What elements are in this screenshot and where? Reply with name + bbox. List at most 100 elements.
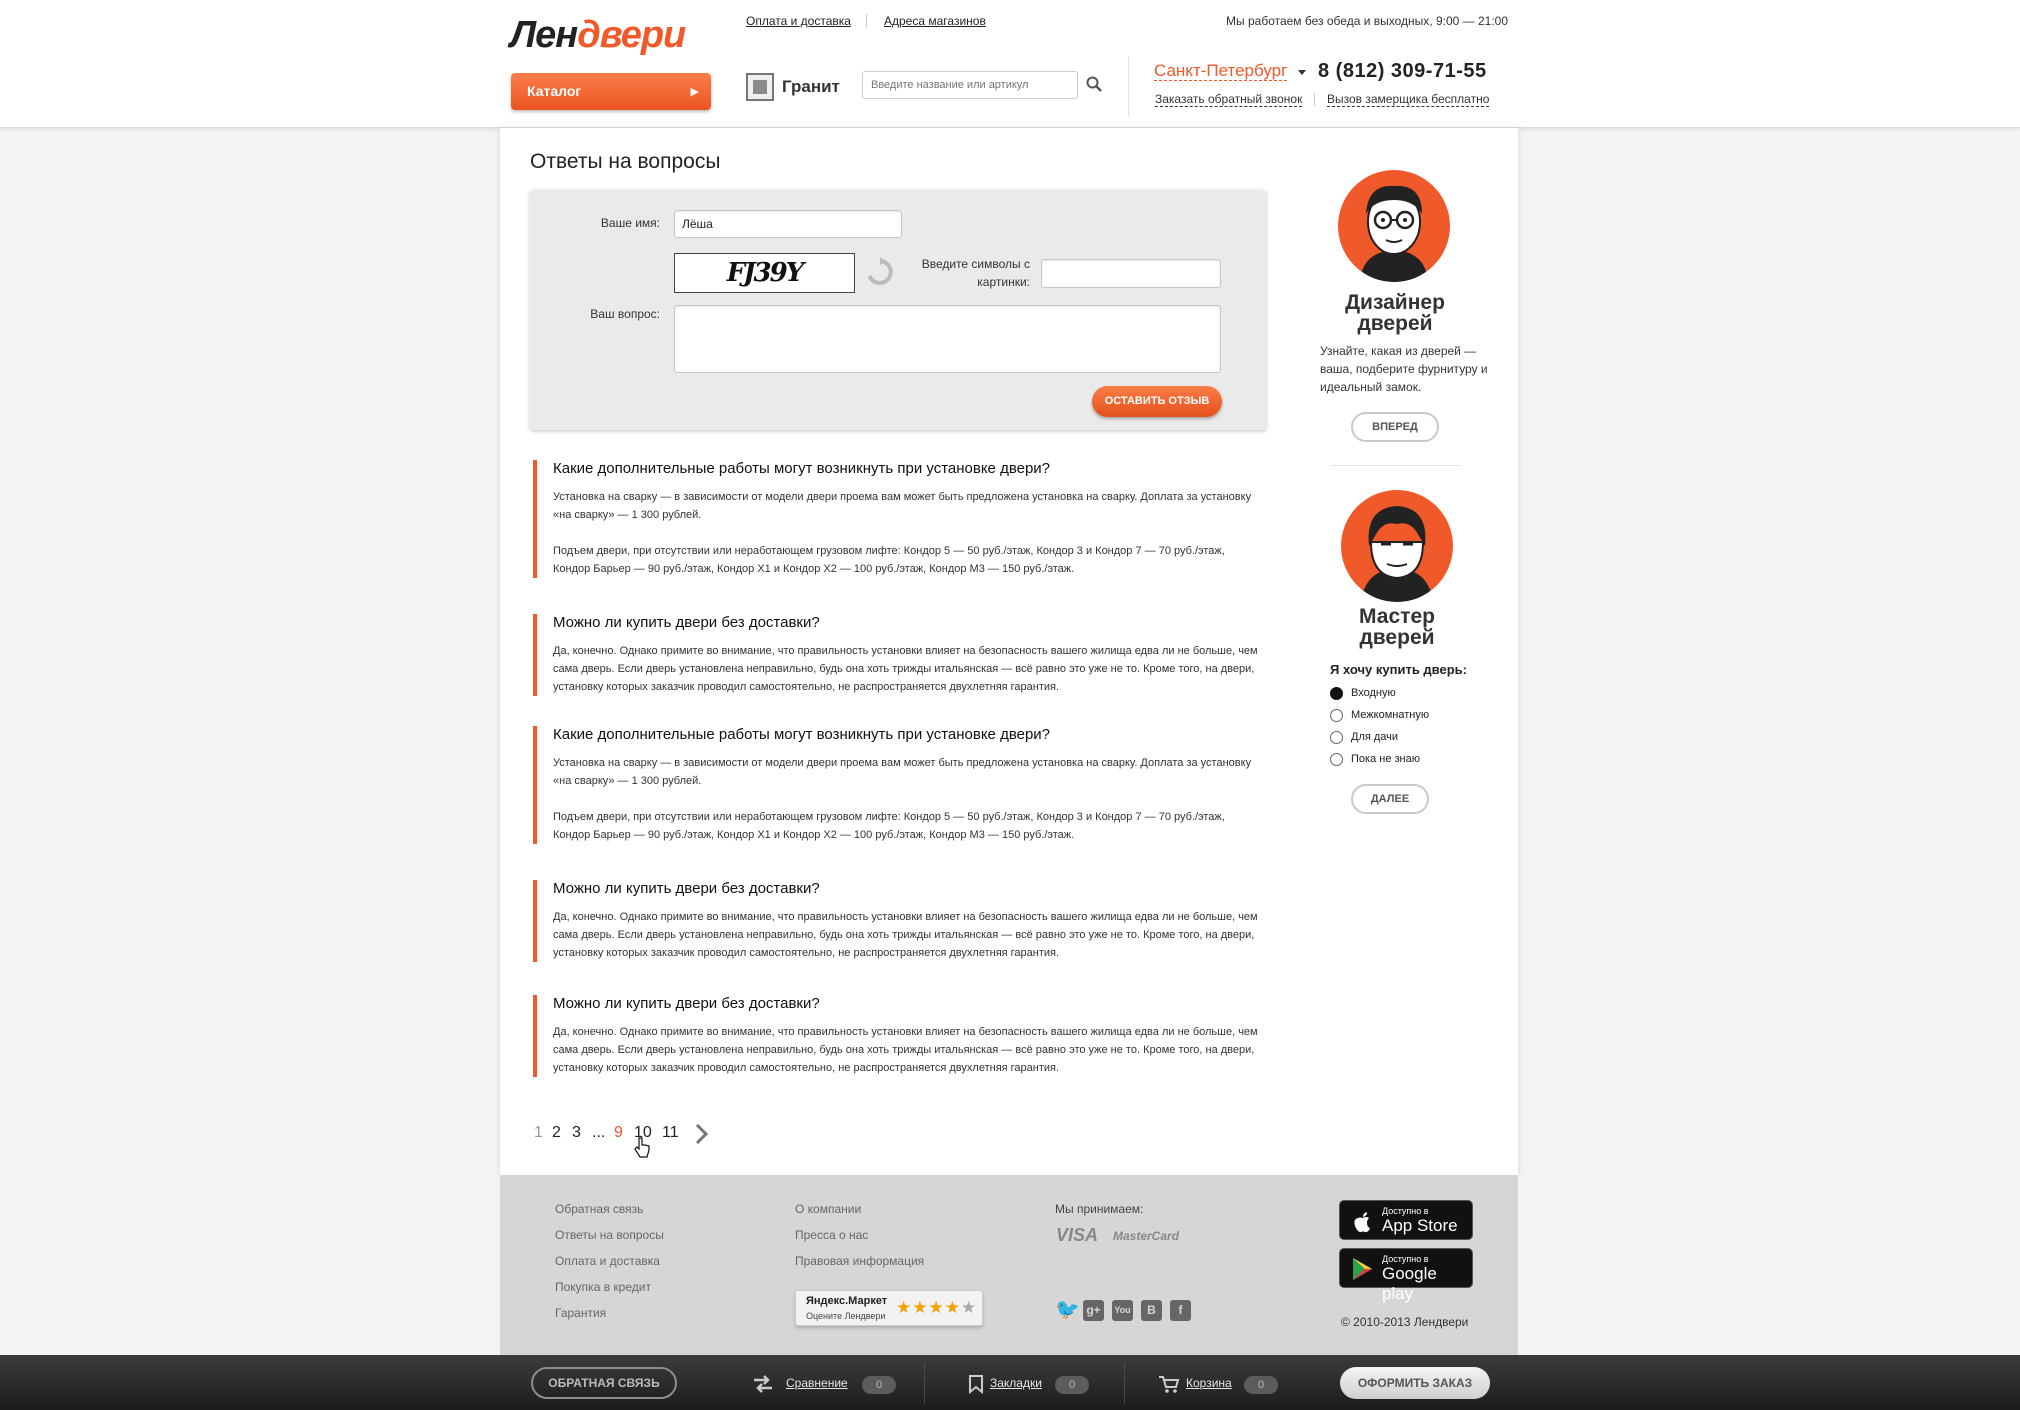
designer-avatar[interactable] bbox=[1338, 170, 1450, 282]
captcha-image: FJ39Y bbox=[674, 253, 855, 293]
faq-answer: Да, конечно. Однако примите во внимание,… bbox=[553, 911, 1258, 959]
footer-link[interactable]: Гарантия bbox=[555, 1306, 606, 1320]
feedback-button[interactable]: ОБРАТНАЯ СВЯЗЬ bbox=[531, 1367, 677, 1399]
designer-forward-button[interactable]: ВПЕРЕД bbox=[1351, 412, 1439, 442]
caret-down-icon[interactable] bbox=[1298, 70, 1306, 75]
divider bbox=[924, 1362, 925, 1404]
footer-link[interactable]: Оплата и доставка bbox=[555, 1254, 660, 1268]
radio-button[interactable] bbox=[1330, 687, 1343, 700]
next-page-icon[interactable] bbox=[692, 1124, 712, 1144]
copyright: © 2010-2013 Лендвери bbox=[1341, 1315, 1469, 1329]
captcha-label: Введите символы с картинки: bbox=[921, 257, 1030, 289]
divider bbox=[1124, 1362, 1125, 1404]
search-input[interactable] bbox=[862, 71, 1078, 99]
google-plus-icon[interactable]: g+ bbox=[1083, 1300, 1104, 1321]
visa-logo: VISA bbox=[1056, 1225, 1099, 1245]
app-store-button[interactable]: Доступно в App Store bbox=[1339, 1200, 1473, 1240]
master-title: Мастер дверей bbox=[1359, 605, 1435, 649]
cart-icon bbox=[1159, 1376, 1180, 1393]
rating-stars: ★★★★★ bbox=[896, 1298, 978, 1317]
footer-link[interactable]: Покупка в кредит bbox=[555, 1280, 651, 1294]
want-title: Я хочу купить дверь: bbox=[1330, 662, 1467, 677]
facebook-icon[interactable]: f bbox=[1170, 1300, 1191, 1321]
mastercard-logo: MasterCard bbox=[1113, 1229, 1180, 1243]
designer-face-icon bbox=[1360, 185, 1428, 282]
faq-answer: Установка на сварку — в зависимости от м… bbox=[553, 491, 1252, 521]
chevron-right-icon: ▶ bbox=[690, 86, 699, 98]
faq-answer: Установка на сварку — в зависимости от м… bbox=[553, 757, 1252, 787]
yandex-market-badge[interactable]: Яндекс.Маркет Оцените Лендвери ★★★★★ bbox=[795, 1290, 983, 1326]
footer-link[interactable]: Пресса о нас bbox=[795, 1228, 868, 1242]
master-avatar[interactable] bbox=[1341, 490, 1453, 602]
google-play-icon bbox=[1353, 1258, 1372, 1280]
designer-title: Дизайнер дверей bbox=[1345, 291, 1445, 335]
work-hours: Мы работаем без обеда и выходных, 9:00 —… bbox=[1226, 14, 1508, 28]
faq-answer: Подъем двери, при отсутствии или неработ… bbox=[553, 545, 1225, 575]
hand-cursor-icon bbox=[634, 1137, 650, 1158]
refresh-icon[interactable] bbox=[864, 256, 896, 288]
master-next-button[interactable]: ДАЛЕЕ bbox=[1351, 784, 1429, 814]
footer-link[interactable]: Ответы на вопросы bbox=[555, 1228, 664, 1242]
measurer-link[interactable]: Вызов замерщика бесплатно bbox=[1327, 92, 1490, 107]
page-link[interactable]: 11 bbox=[662, 1124, 679, 1142]
search-icon[interactable] bbox=[1086, 76, 1102, 92]
question-label: Ваш вопрос: bbox=[590, 307, 660, 321]
page-link-active[interactable]: 9 bbox=[614, 1124, 623, 1142]
faq-answer: Да, конечно. Однако примите во внимание,… bbox=[553, 645, 1258, 693]
store-addresses-link[interactable]: Адреса магазинов bbox=[884, 14, 986, 28]
submit-review-button[interactable]: ОСТАВИТЬ ОТЗЫВ bbox=[1092, 386, 1222, 417]
name-label: Ваше имя: bbox=[600, 216, 660, 230]
page-link[interactable]: 2 bbox=[552, 1124, 561, 1142]
divider bbox=[1128, 56, 1129, 116]
question-textarea[interactable] bbox=[674, 305, 1221, 373]
logo[interactable]: Лендвери bbox=[510, 14, 686, 57]
footer-link[interactable]: О компании bbox=[795, 1202, 861, 1216]
granit-icon bbox=[746, 73, 774, 101]
phone-number: 8 (812) 309-71-55 bbox=[1318, 60, 1487, 82]
page-link[interactable]: 3 bbox=[572, 1124, 581, 1142]
captcha-field[interactable] bbox=[1041, 259, 1221, 288]
callback-link[interactable]: Заказать обратный звонок bbox=[1155, 92, 1303, 107]
faq-item: Какие дополнительные работы могут возник… bbox=[533, 726, 1263, 844]
page-ellipsis: ... bbox=[592, 1124, 606, 1141]
name-field[interactable] bbox=[674, 210, 902, 238]
faq-item: Можно ли купить двери без доставки? Да, … bbox=[533, 614, 1263, 696]
payment-delivery-link[interactable]: Оплата и доставка bbox=[746, 14, 851, 28]
faq-item: Какие дополнительные работы могут возник… bbox=[533, 460, 1263, 578]
faq-answer: Подъем двери, при отсутствии или неработ… bbox=[553, 811, 1225, 841]
faq-question: Какие дополнительные работы могут возник… bbox=[553, 726, 1051, 743]
checkout-button[interactable]: ОФОРМИТЬ ЗАКАЗ bbox=[1340, 1367, 1490, 1399]
google-play-button[interactable]: Доступно в Google play bbox=[1339, 1248, 1473, 1303]
faq-question: Можно ли купить двери без доставки? bbox=[553, 614, 820, 631]
faq-item: Можно ли купить двери без доставки? Да, … bbox=[533, 995, 1263, 1077]
compare-count: 0 bbox=[862, 1376, 896, 1394]
youtube-icon[interactable]: You bbox=[1112, 1300, 1133, 1321]
footer-link[interactable]: Обратная связь bbox=[555, 1202, 643, 1216]
page-title: Ответы на вопросы bbox=[530, 150, 721, 173]
page-link[interactable]: 1 bbox=[534, 1124, 543, 1142]
radio-button[interactable] bbox=[1330, 731, 1343, 744]
bookmark-icon bbox=[969, 1375, 983, 1394]
payment-caption: Мы принимаем: bbox=[1055, 1202, 1144, 1216]
radio-button[interactable] bbox=[1330, 753, 1343, 766]
twitter-icon[interactable]: 🐦 bbox=[1055, 1300, 1080, 1321]
bookmarks-count: 0 bbox=[1055, 1376, 1089, 1394]
faq-answer: Да, конечно. Однако примите во внимание,… bbox=[553, 1026, 1258, 1074]
footer-link[interactable]: Правовая информация bbox=[795, 1254, 924, 1268]
header: Лендвери Каталог ▶ Оплата и доставка Адре… bbox=[0, 0, 2020, 128]
vk-icon[interactable]: B bbox=[1141, 1300, 1162, 1321]
master-face-icon bbox=[1361, 506, 1433, 602]
radio-button[interactable] bbox=[1330, 709, 1343, 722]
catalog-button[interactable]: Каталог ▶ bbox=[511, 73, 711, 110]
cart-count: 0 bbox=[1244, 1376, 1278, 1394]
faq-item: Можно ли купить двери без доставки? Да, … bbox=[533, 880, 1263, 962]
divider bbox=[1314, 93, 1315, 106]
faq-question: Можно ли купить двери без доставки? bbox=[553, 995, 820, 1012]
city-selector[interactable]: Санкт-Петербург bbox=[1154, 62, 1288, 81]
divider bbox=[866, 14, 867, 28]
faq-question: Какие дополнительные работы могут возник… bbox=[553, 460, 1051, 477]
faq-question: Можно ли купить двери без доставки? bbox=[553, 880, 820, 897]
apple-icon bbox=[1354, 1212, 1370, 1233]
compare-icon bbox=[754, 1375, 772, 1393]
divider bbox=[1330, 465, 1460, 466]
